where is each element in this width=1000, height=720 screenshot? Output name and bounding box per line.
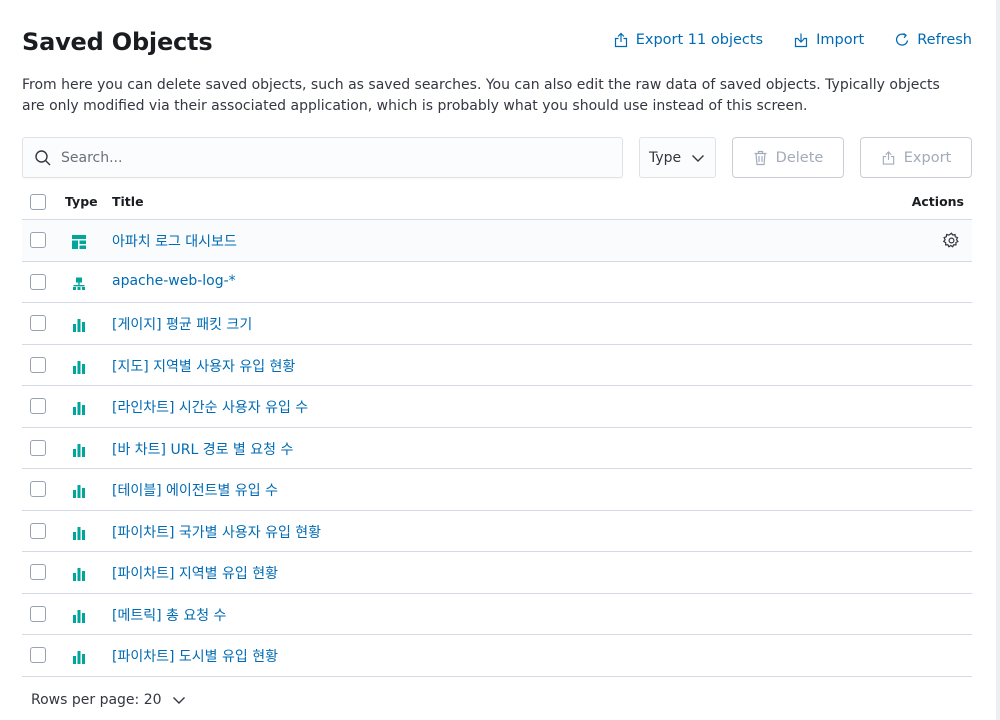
table-row: [파이차트] 국가별 사용자 유입 현황 <box>22 511 972 552</box>
rows-per-page-button[interactable]: Rows per page: 20 <box>31 692 186 708</box>
object-title-link[interactable]: [지도] 지역별 사용자 유입 현황 <box>112 356 295 376</box>
rows-per-page-label: Rows per page: 20 <box>31 692 162 708</box>
row-checkbox[interactable] <box>30 232 46 248</box>
search-box <box>22 137 623 178</box>
column-header-type[interactable]: Type <box>65 194 98 209</box>
visualization-icon <box>72 483 86 498</box>
object-title-link[interactable]: [메트릭] 총 요청 수 <box>112 605 226 625</box>
export-all-button[interactable]: Export 11 objects <box>613 32 763 48</box>
table-row: [게이지] 평균 패킷 크기 <box>22 303 972 345</box>
object-title-link[interactable]: [테이블] 에이전트별 유입 수 <box>112 480 278 500</box>
type-filter-button[interactable]: Type <box>639 137 716 178</box>
saved-objects-table: Type Title Actions 아파치 로그 대시보드 apache-web… <box>22 184 972 677</box>
refresh-label: Refresh <box>917 32 972 48</box>
delete-label: Delete <box>775 149 824 166</box>
row-checkbox[interactable] <box>30 481 46 497</box>
visualization-icon <box>72 359 86 374</box>
object-title-link[interactable]: [파이차트] 지역별 유입 현황 <box>112 563 278 583</box>
index-pattern-icon <box>72 276 86 290</box>
object-title-link[interactable]: apache-web-log-* <box>112 273 236 289</box>
gear-icon[interactable] <box>942 232 960 249</box>
export-icon <box>882 150 894 165</box>
object-title-link[interactable]: [게이지] 평균 패킷 크기 <box>112 314 252 334</box>
table-row: [라인차트] 시간순 사용자 유입 수 <box>22 386 972 428</box>
export-label: Export <box>903 149 952 166</box>
header-actions: Export 11 objects Import Refresh <box>613 32 972 48</box>
delete-button[interactable]: Delete <box>732 137 844 178</box>
table-row: 아파치 로그 대시보드 <box>22 220 972 262</box>
table-row: [지도] 지역별 사용자 유입 현황 <box>22 345 972 386</box>
chevron-down-icon <box>172 697 185 704</box>
object-title-link[interactable]: [바 차트] URL 경로 별 요청 수 <box>112 439 293 459</box>
dashboard-icon <box>72 234 86 249</box>
select-all-checkbox[interactable] <box>30 194 46 210</box>
column-header-actions: Actions <box>911 194 964 209</box>
object-title-link[interactable]: 아파치 로그 대시보드 <box>112 231 237 251</box>
toolbar: Type Delete Export <box>22 137 972 178</box>
column-header-title[interactable]: Title <box>112 194 144 209</box>
row-checkbox[interactable] <box>30 605 46 622</box>
table-row: [파이차트] 도시별 유입 현황 <box>22 635 972 677</box>
table-header: Type Title Actions <box>22 184 972 220</box>
table-row: [파이차트] 지역별 유입 현황 <box>22 552 972 594</box>
visualization-icon <box>72 400 86 415</box>
export-selected-button[interactable]: Export <box>860 137 972 178</box>
refresh-icon <box>896 32 909 46</box>
export-all-label: Export 11 objects <box>635 32 764 48</box>
page-description: From here you can delete saved objects, … <box>22 77 940 114</box>
table-row: [테이블] 에이전트별 유입 수 <box>22 469 972 511</box>
refresh-button[interactable]: Refresh <box>894 32 972 48</box>
visualization-icon <box>72 566 86 581</box>
row-checkbox[interactable] <box>30 564 46 580</box>
export-icon <box>614 32 627 48</box>
import-button[interactable]: Import <box>793 32 864 48</box>
search-input[interactable] <box>61 138 611 177</box>
page-title: Saved Objects <box>22 28 213 56</box>
import-icon <box>795 33 808 48</box>
visualization-icon <box>72 649 86 664</box>
type-filter-label: Type <box>649 149 682 166</box>
row-checkbox[interactable] <box>30 356 46 373</box>
import-label: Import <box>816 32 865 48</box>
visualization-icon <box>72 317 86 332</box>
table-row: [메트릭] 총 요청 수 <box>22 594 972 635</box>
visualization-icon <box>72 608 86 623</box>
row-checkbox[interactable] <box>30 439 46 456</box>
object-title-link[interactable]: [라인차트] 시간순 사용자 유입 수 <box>112 397 308 417</box>
search-icon <box>35 150 51 166</box>
row-checkbox[interactable] <box>30 522 46 539</box>
table-row: [바 차트] URL 경로 별 요청 수 <box>22 428 972 469</box>
scrollbar-track <box>996 0 1000 720</box>
chevron-down-icon <box>692 155 704 162</box>
trash-icon <box>754 150 767 165</box>
row-checkbox[interactable] <box>30 647 46 663</box>
row-checkbox[interactable] <box>30 398 46 414</box>
row-checkbox[interactable] <box>30 273 46 290</box>
visualization-icon <box>72 442 86 457</box>
table-row: apache-web-log-* <box>22 262 972 303</box>
page-header: Saved Objects Export 11 objects Import R… <box>22 22 972 66</box>
object-title-link[interactable]: [파이차트] 국가별 사용자 유입 현황 <box>112 522 321 542</box>
visualization-icon <box>72 525 86 540</box>
row-checkbox[interactable] <box>30 315 46 331</box>
object-title-link[interactable]: [파이차트] 도시별 유입 현황 <box>112 646 278 666</box>
